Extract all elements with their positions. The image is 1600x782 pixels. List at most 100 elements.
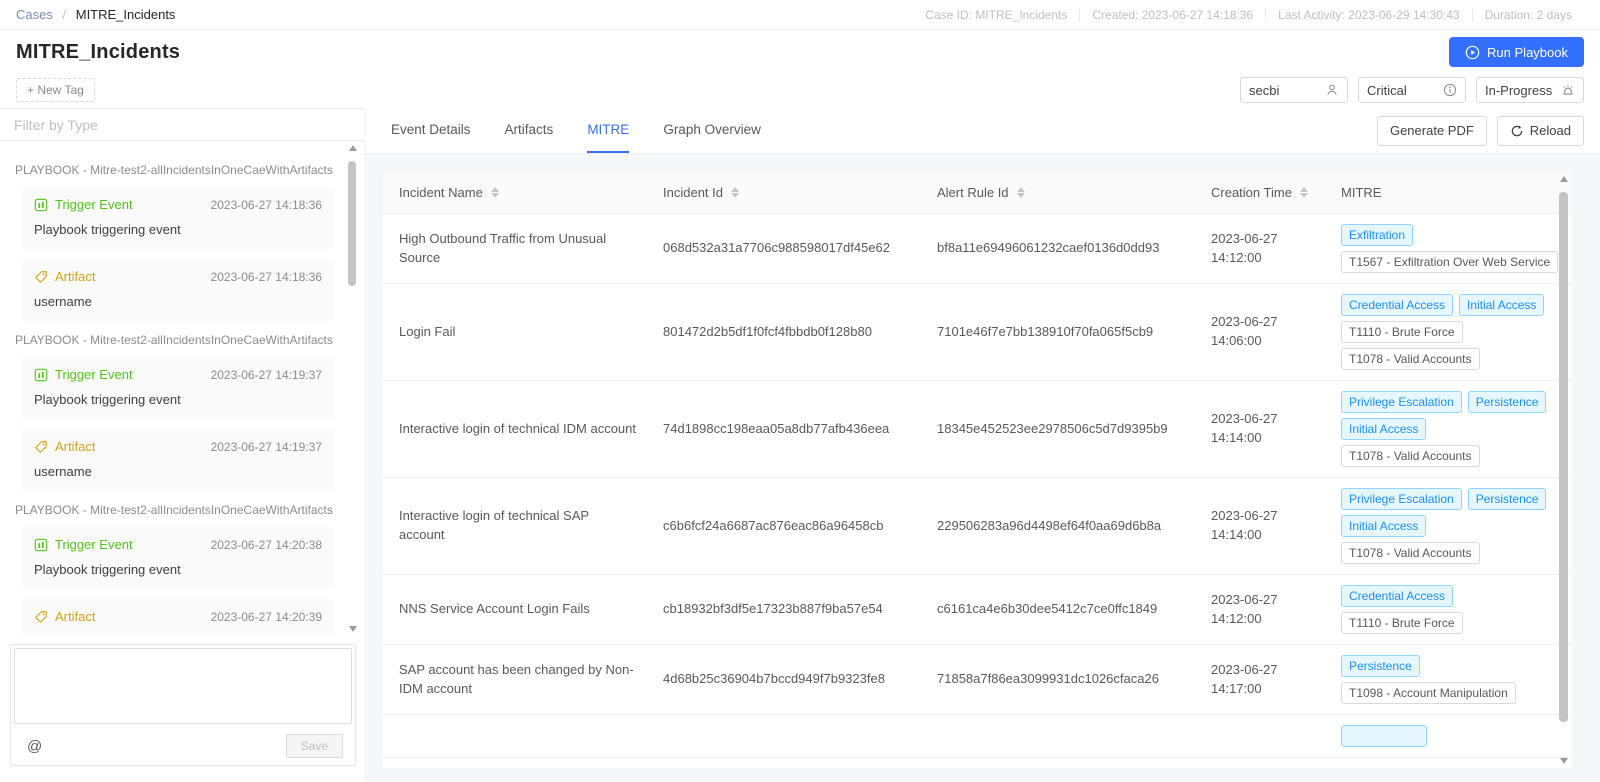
tab-event-details[interactable]: Event Details bbox=[391, 108, 471, 153]
scroll-up-icon[interactable] bbox=[349, 145, 357, 151]
mitre-technique-tag: T1078 - Valid Accounts bbox=[1341, 542, 1480, 564]
sort-carets-icon[interactable] bbox=[1300, 187, 1308, 198]
cell-incident-name: Interactive login of technical IDM accou… bbox=[383, 420, 647, 439]
table-row[interactable]: SAP account has been changed by Non-IDM … bbox=[383, 645, 1572, 715]
table-row[interactable]: NNS Service Account Login Failscb18932bf… bbox=[383, 575, 1572, 645]
page-title: MITRE_Incidents bbox=[16, 41, 180, 64]
cell-mitre-tags: PersistenceT1098 - Account Manipulation bbox=[1325, 655, 1572, 704]
table-row[interactable]: High Outbound Traffic from Unusual Sourc… bbox=[383, 214, 1572, 284]
tag-row: + New Tag secbi Critical In-Progress bbox=[0, 72, 1600, 108]
generate-pdf-button[interactable]: Generate PDF bbox=[1377, 116, 1487, 146]
table-header-row: Incident NameIncident Id Alert Rule Id Cre… bbox=[383, 172, 1572, 214]
column-header-incident-name[interactable]: Incident Name bbox=[383, 172, 647, 213]
column-header-creation-time[interactable]: Creation Time bbox=[1195, 172, 1325, 213]
tab-graph-overview[interactable]: Graph Overview bbox=[663, 108, 761, 153]
body-split: PLAYBOOK - Mitre-test2-allIncidentsInOne… bbox=[0, 108, 1600, 782]
reload-icon bbox=[1510, 124, 1524, 138]
cell-incident-name: High Outbound Traffic from Unusual Sourc… bbox=[383, 230, 647, 268]
timeline-card-type-label: Artifact bbox=[55, 609, 95, 624]
priority-select[interactable]: Critical bbox=[1358, 77, 1466, 103]
table-toolbar: Generate PDF Reload bbox=[1377, 116, 1584, 146]
sort-carets-icon[interactable] bbox=[731, 187, 739, 198]
mitre-technique-tag: T1098 - Account Manipulation bbox=[1341, 682, 1516, 704]
timeline-card[interactable]: Artifact 2023-06-27 14:18:36 username bbox=[22, 259, 334, 321]
priority-value: Critical bbox=[1367, 83, 1407, 98]
table-scrollbar-thumb[interactable] bbox=[1559, 192, 1568, 722]
sort-carets-icon[interactable] bbox=[1017, 187, 1025, 198]
cell-incident-name: Interactive login of technical SAP accou… bbox=[383, 507, 647, 545]
filter-by-type-input[interactable] bbox=[0, 108, 364, 141]
cell-incident-name: NNS Service Account Login Fails bbox=[383, 600, 647, 619]
mitre-tactic-tag: Persistence bbox=[1468, 488, 1547, 510]
comment-textarea[interactable] bbox=[14, 648, 352, 724]
cell-incident-id: 4d68b25c36904b7bccd949f7b9323fe8 bbox=[647, 670, 921, 689]
assignee-select[interactable]: secbi bbox=[1240, 77, 1348, 103]
table-scroll-up-icon[interactable] bbox=[1560, 176, 1568, 182]
new-tag-button[interactable]: + New Tag bbox=[16, 78, 95, 102]
save-comment-button[interactable]: Save bbox=[286, 734, 343, 758]
table-scroll-down-icon[interactable] bbox=[1560, 758, 1568, 764]
table-row-partial[interactable] bbox=[383, 715, 1572, 758]
artifact-tag-icon bbox=[34, 270, 48, 284]
column-header-mitre: MITRE bbox=[1325, 172, 1556, 213]
info-circle-icon bbox=[1443, 83, 1457, 97]
timeline-card-body: username bbox=[34, 294, 322, 309]
scroll-down-icon[interactable] bbox=[349, 626, 357, 632]
timeline-card-time: 2023-06-27 14:18:36 bbox=[211, 270, 322, 284]
main-pane: Event Details Artifacts MITRE Graph Overvie… bbox=[365, 108, 1600, 782]
timeline-card[interactable]: Trigger Event 2023-06-27 14:20:38 Playbo… bbox=[22, 527, 334, 589]
mitre-tactic-tag: Persistence bbox=[1468, 391, 1547, 413]
cell-alert-rule-id: 229506283a96d4498ef64f0aa69d6b8a bbox=[921, 517, 1195, 536]
timeline-card[interactable]: Artifact 2023-06-27 14:20:39 username bbox=[22, 599, 334, 636]
cell-mitre-tags: Privilege EscalationPersistenceInitial A… bbox=[1325, 391, 1572, 467]
cell-creation-time: 2023-06-27 14:17:00 bbox=[1195, 661, 1325, 699]
mention-button[interactable]: @ bbox=[27, 738, 42, 755]
breadcrumb-separator: / bbox=[62, 7, 66, 22]
mitre-tactic-tag: Credential Access bbox=[1341, 294, 1453, 316]
column-label: Creation Time bbox=[1211, 185, 1292, 200]
column-header-alert-rule-id[interactable]: Alert Rule Id bbox=[921, 172, 1195, 213]
mitre-incidents-table: Incident NameIncident Id Alert Rule Id Cre… bbox=[383, 172, 1572, 768]
timeline-card-time: 2023-06-27 14:19:37 bbox=[211, 440, 322, 454]
sidebar-scrollbar-thumb[interactable] bbox=[348, 161, 356, 286]
sidebar-scrollbar[interactable] bbox=[348, 145, 357, 632]
case-detail-page: Cases / MITRE_Incidents Case ID: MITRE_I… bbox=[0, 0, 1600, 782]
cell-incident-id: cb18932bf3df5e17323b887f9ba57e54 bbox=[647, 600, 921, 619]
reload-label: Reload bbox=[1530, 123, 1571, 138]
artifact-tag-icon bbox=[34, 440, 48, 454]
playbook-group-header: PLAYBOOK - Mitre-test2-allIncidentsInOne… bbox=[15, 163, 334, 177]
timeline-card-body: Playbook triggering event bbox=[34, 562, 322, 577]
timeline-card-body: Playbook triggering event bbox=[34, 392, 322, 407]
table-scrollbar[interactable] bbox=[1559, 176, 1569, 764]
cell-creation-time: 2023-06-27 14:14:00 bbox=[1195, 410, 1325, 448]
timeline-card[interactable]: Artifact 2023-06-27 14:19:37 username bbox=[22, 429, 334, 491]
cell-mitre-tags: ExfiltrationT1567 - Exfiltration Over We… bbox=[1325, 224, 1572, 273]
siren-icon bbox=[1561, 83, 1575, 97]
cell-creation-time: 2023-06-27 14:06:00 bbox=[1195, 313, 1325, 351]
mitre-tactic-tag: Credential Access bbox=[1341, 585, 1453, 607]
run-playbook-button[interactable]: Run Playbook bbox=[1449, 37, 1584, 67]
column-label: Alert Rule Id bbox=[937, 185, 1009, 200]
timeline-card[interactable]: Trigger Event 2023-06-27 14:18:36 Playbo… bbox=[22, 187, 334, 249]
table-row[interactable]: Interactive login of technical IDM accou… bbox=[383, 381, 1572, 478]
timeline-card-body: username bbox=[34, 464, 322, 479]
mitre-technique-tag: T1078 - Valid Accounts bbox=[1341, 348, 1480, 370]
breadcrumb-cases-link[interactable]: Cases bbox=[16, 7, 53, 22]
timeline-card-body: username bbox=[34, 634, 322, 636]
timeline-card[interactable]: Trigger Event 2023-06-27 14:19:37 Playbo… bbox=[22, 357, 334, 419]
title-row: MITRE_Incidents Run Playbook bbox=[0, 34, 1600, 70]
table-row[interactable]: Interactive login of technical SAP accou… bbox=[383, 478, 1572, 575]
timeline-card-type-label: Trigger Event bbox=[55, 537, 133, 552]
cell-alert-rule-id: 7101e46f7e7bb138910f70fa065f5cb9 bbox=[921, 323, 1195, 342]
run-playbook-label: Run Playbook bbox=[1487, 45, 1568, 60]
sort-carets-icon[interactable] bbox=[491, 187, 499, 198]
timeline-card-body: Playbook triggering event bbox=[34, 222, 322, 237]
comment-footer: @ Save bbox=[11, 727, 355, 765]
tab-mitre[interactable]: MITRE bbox=[587, 108, 629, 153]
tab-content: Incident NameIncident Id Alert Rule Id Cre… bbox=[365, 154, 1600, 782]
reload-button[interactable]: Reload bbox=[1497, 116, 1584, 146]
table-row[interactable]: Login Fail801472d2b5df1f0fcf4fbbdb0f128b… bbox=[383, 284, 1572, 381]
status-select[interactable]: In-Progress bbox=[1476, 77, 1584, 103]
tab-artifacts[interactable]: Artifacts bbox=[505, 108, 554, 153]
column-header-incident-id[interactable]: Incident Id bbox=[647, 172, 921, 213]
